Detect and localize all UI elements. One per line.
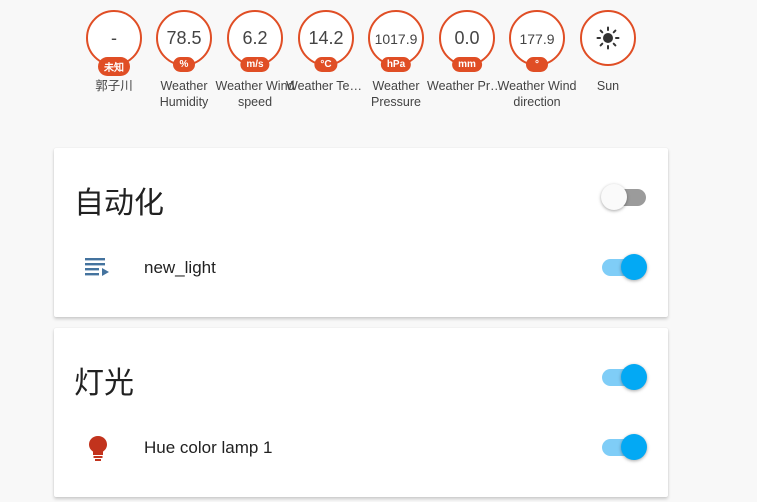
card-title: 自动化 (74, 187, 164, 220)
badge-value: 78.5 (166, 28, 202, 48)
state-badges-row: - 未知 郭子川 78.5 % Weather Humidity 6.2 m/s… (0, 10, 757, 140)
badge-label: Weather Wind speed (215, 79, 295, 109)
badge-weather-wind-direction[interactable]: 177.9 ° Weather Wind direction (498, 10, 576, 110)
automation-new-light-toggle[interactable] (601, 254, 647, 280)
badge-value: 177.9 (519, 31, 555, 47)
badge-unit: mm (452, 57, 482, 72)
badge-ring: 78.5 % (156, 10, 212, 72)
badge-label: Weather Wind direction (497, 79, 577, 109)
badge-ring: 6.2 m/s (227, 10, 283, 72)
badge-unit: % (173, 57, 195, 72)
toggle-knob (621, 254, 647, 280)
badge-value: 6.2 (242, 28, 268, 48)
badge-value: 0.0 (454, 28, 480, 48)
badge-weather-temperature[interactable]: 14.2 °C Weather Temperat… (286, 10, 366, 94)
badge-ring: 177.9 ° (509, 10, 565, 72)
badge-value: - (111, 28, 117, 48)
badge-weather-wind-speed[interactable]: 6.2 m/s Weather Wind speed (216, 10, 294, 110)
badge-unit: 未知 (98, 57, 130, 76)
badge-value: 1017.9 (374, 31, 418, 47)
badge-label: Weather Temperat… (286, 79, 366, 93)
badge-weather-humidity[interactable]: 78.5 % Weather Humidity (152, 10, 216, 110)
badge-unit: °C (314, 57, 338, 72)
badge-guozichuan[interactable]: - 未知 郭子川 (82, 10, 146, 94)
toggle-knob (621, 364, 647, 390)
automation-name: new_light (144, 258, 216, 277)
light-name[interactable]: Hue color lamp 1 (144, 438, 273, 458)
badge-label: Weather Humidity (159, 79, 209, 109)
badge-ring: 0.0 mm (439, 10, 495, 72)
badge-weather-precipitation[interactable]: 0.0 mm Weather Precipitat… (427, 10, 507, 94)
automation-group-toggle[interactable] (601, 184, 647, 210)
badge-ring: 1017.9 hPa (368, 10, 424, 72)
lights-group-toggle[interactable] (601, 364, 647, 390)
badge-ring (580, 10, 636, 66)
badge-unit: hPa (380, 57, 412, 72)
automation-list-icon (85, 258, 109, 276)
hue-lamp-toggle[interactable] (601, 434, 647, 460)
badge-label: Weather Pressure (370, 79, 422, 109)
toggle-knob (621, 434, 647, 460)
badge-unit: ° (526, 57, 548, 72)
badge-weather-pressure[interactable]: 1017.9 hPa Weather Pressure (364, 10, 428, 110)
badge-value: 14.2 (308, 28, 344, 48)
badge-ring: - 未知 (86, 10, 142, 76)
lightbulb-icon[interactable] (84, 434, 112, 462)
badge-sun[interactable]: Sun (576, 10, 640, 94)
lights-card: 灯光 Hue color lamp 1 (54, 328, 668, 497)
badge-label: Sun (596, 79, 620, 93)
sun-icon (596, 26, 620, 50)
badge-ring: 14.2 °C (298, 10, 354, 72)
automation-card: 自动化 new_light (54, 148, 668, 317)
card-title: 灯光 (74, 367, 134, 400)
toggle-knob (601, 184, 627, 210)
badge-unit: m/s (240, 57, 270, 72)
badge-label: Weather Precipitat… (427, 79, 507, 93)
badge-label: 郭子川 (95, 79, 133, 93)
